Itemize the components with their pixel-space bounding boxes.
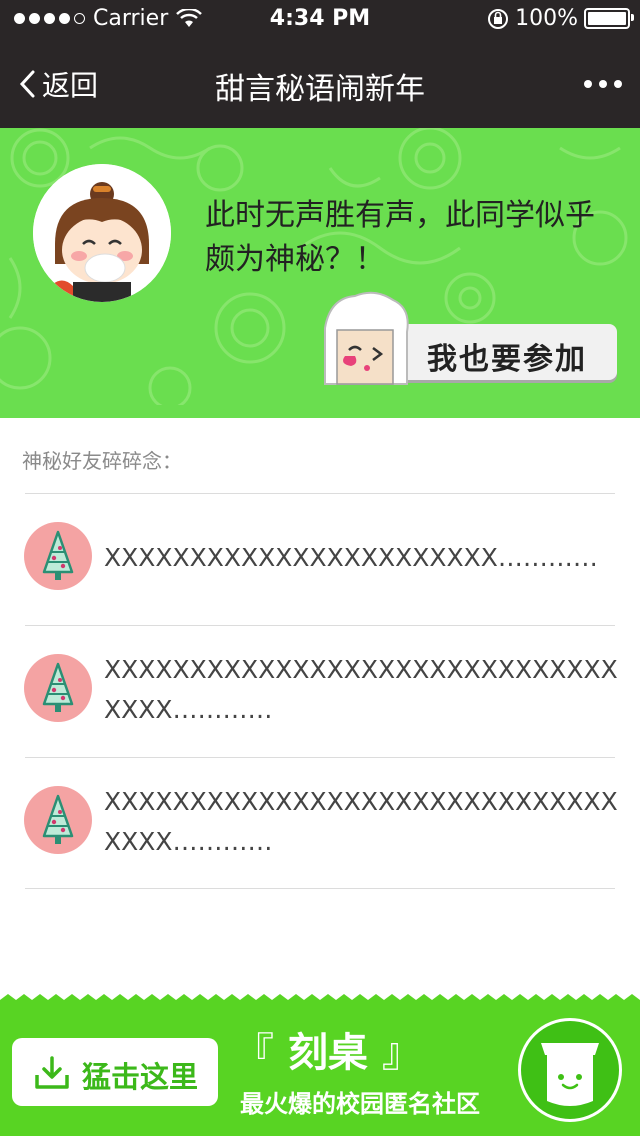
footer-zigzag-edge bbox=[0, 994, 640, 1004]
list-item[interactable]: XXXXXXXXXXXXXXXXXXXXXXXXXXXXXXXXXX………… bbox=[0, 626, 640, 756]
brand-slogan: 最火爆的校园匿名社区 bbox=[240, 1090, 480, 1118]
status-bar: Carrier 4:34 PM 100% bbox=[0, 0, 640, 40]
battery-percent: 100% bbox=[515, 6, 578, 31]
download-label: 猛击这里 bbox=[82, 1060, 199, 1094]
message-text: XXXXXXXXXXXXXXXXXXXXXXXXXXXXXXXXXX………… bbox=[104, 655, 618, 724]
divider bbox=[25, 888, 615, 889]
page-title: 甜言秘语闹新年 bbox=[215, 72, 425, 107]
christmas-tree-icon bbox=[24, 654, 92, 722]
section-heading: 神秘好友碎碎念： bbox=[22, 449, 182, 473]
christmas-tree-icon bbox=[24, 522, 92, 590]
list-item[interactable]: XXXXXXXXXXXXXXXXXXXXXXXXXXXXXXXXXX………… bbox=[0, 758, 640, 888]
christmas-tree-icon bbox=[24, 786, 92, 854]
join-button-label: 我也要参加 bbox=[427, 342, 587, 377]
join-button[interactable]: 我也要参加 bbox=[324, 291, 617, 385]
more-dots-icon[interactable] bbox=[584, 80, 622, 88]
download-button[interactable]: 猛击这里 bbox=[12, 1038, 218, 1106]
app-logo-icon[interactable] bbox=[518, 1018, 622, 1122]
message-text: XXXXXXXXXXXXXXXXXXXXXXX………… bbox=[104, 543, 598, 572]
message-text: XXXXXXXXXXXXXXXXXXXXXXXXXXXXXXXXXX………… bbox=[104, 787, 618, 856]
list-item[interactable]: XXXXXXXXXXXXXXXXXXXXXXX………… bbox=[0, 494, 640, 624]
banner-zigzag-edge bbox=[0, 405, 640, 417]
battery-icon bbox=[584, 8, 634, 29]
download-footer: 猛击这里 『 刻桌 』 最火爆的校园匿名社区 bbox=[0, 994, 640, 1136]
avatar bbox=[33, 164, 171, 302]
download-icon bbox=[35, 1056, 69, 1089]
orientation-lock-icon bbox=[488, 8, 509, 29]
nav-bar: 返回 甜言秘语闹新年 bbox=[0, 40, 640, 128]
hero-banner: 此时无声胜有声，此同学似乎颇为神秘？！ 我也要参加 bbox=[0, 128, 640, 418]
brand-name: 『 刻桌 』 bbox=[234, 1030, 422, 1076]
hero-message: 此时无声胜有声，此同学似乎颇为神秘？！ bbox=[205, 198, 595, 277]
rice-ball-mascot-icon bbox=[324, 291, 409, 385]
